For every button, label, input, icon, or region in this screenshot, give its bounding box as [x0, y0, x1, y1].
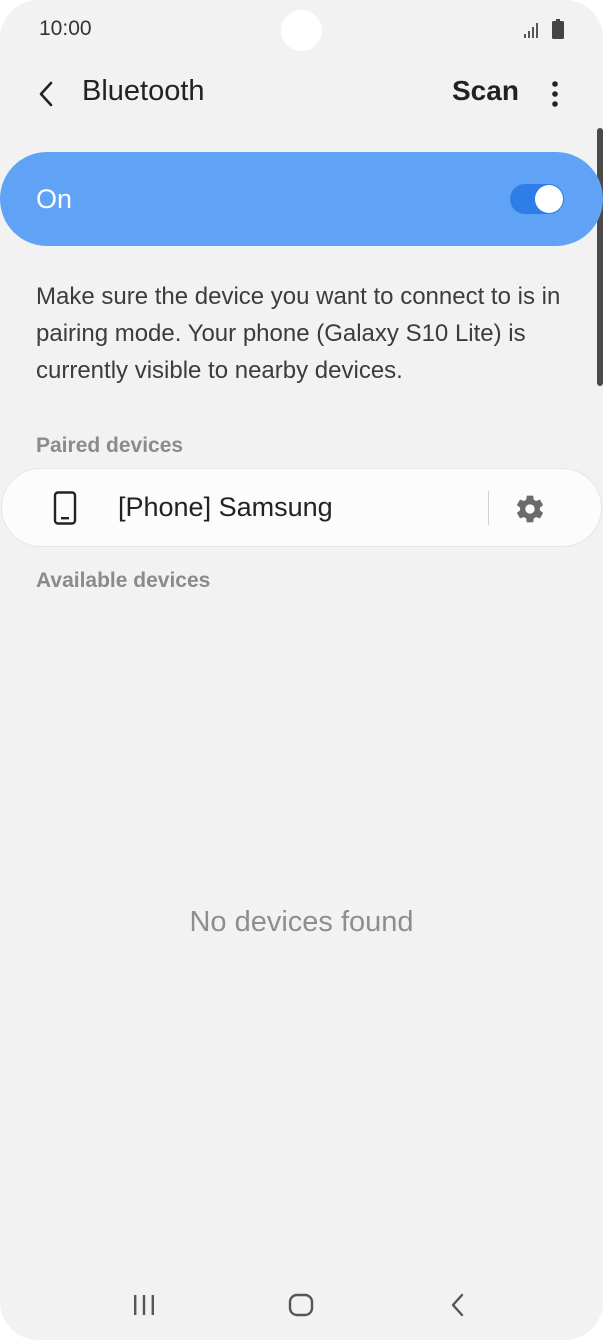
paired-devices-header: Paired devices	[36, 434, 184, 457]
gear-icon	[517, 495, 543, 523]
status-time: 10:00	[39, 17, 92, 40]
bluetooth-toggle[interactable]	[510, 184, 564, 214]
toggle-knob	[535, 185, 563, 213]
more-options-button[interactable]	[540, 74, 570, 114]
no-devices-message: No devices found	[189, 906, 414, 938]
nav-back-button[interactable]	[438, 1290, 478, 1320]
device-settings-button[interactable]	[510, 489, 550, 529]
pairing-description: Make sure the device you want to connect…	[36, 283, 561, 384]
app-bar: Bluetooth Scan	[0, 62, 603, 126]
back-button[interactable]	[28, 74, 64, 114]
page-title: Bluetooth	[82, 75, 205, 107]
signal-icon	[524, 23, 538, 38]
recents-icon	[134, 1295, 154, 1315]
available-devices-header: Available devices	[36, 569, 211, 592]
home-button[interactable]	[281, 1290, 321, 1320]
device-name: [Phone] Samsung	[118, 492, 333, 522]
chevron-left-icon	[39, 81, 53, 107]
back-icon	[451, 1293, 464, 1317]
phone-icon	[53, 491, 77, 525]
home-icon	[288, 1293, 314, 1317]
navigation-bar	[0, 1270, 603, 1340]
paired-device-item[interactable]: [Phone] Samsung	[1, 468, 602, 547]
recents-button[interactable]	[124, 1290, 164, 1320]
master-switch-label: On	[36, 184, 73, 214]
scroll-indicator[interactable]	[597, 128, 603, 386]
divider	[488, 491, 489, 525]
phone-screen: 10:00 Bluetooth Scan On Make sure the de…	[0, 0, 603, 1340]
status-bar: 10:00	[0, 0, 603, 60]
bluetooth-master-switch-bar[interactable]: On	[0, 152, 603, 246]
more-vertical-icon	[552, 81, 558, 107]
battery-icon	[552, 19, 564, 39]
camera-cutout	[281, 10, 322, 51]
scan-button[interactable]: Scan	[452, 75, 519, 107]
